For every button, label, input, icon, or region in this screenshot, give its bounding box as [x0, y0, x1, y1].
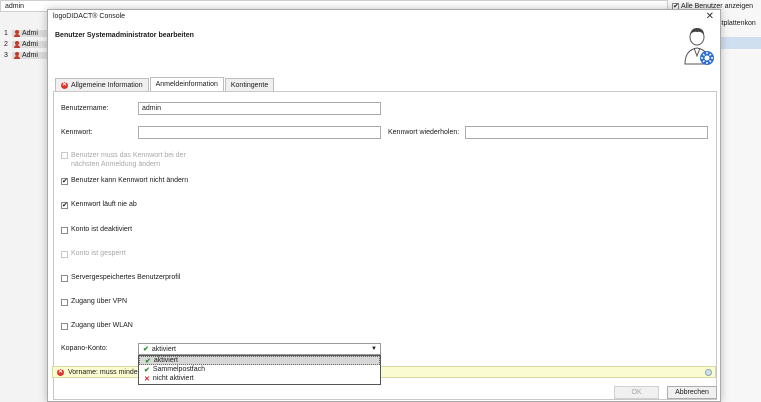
tab-general-info[interactable]: ✕ Allgemeine Information [55, 78, 149, 91]
check-icon: ✔ [144, 366, 150, 374]
error-icon: ✕ [61, 81, 68, 89]
user-settings-icon [684, 28, 714, 65]
option-label-line2: nächsten Anmeldung ändern [71, 161, 161, 168]
row-name: Admi [22, 30, 38, 37]
password-label: Kennwort: [61, 129, 93, 136]
option-account-locked: Konto ist gesperrt [61, 250, 126, 258]
option-label: nicht aktiviert [152, 375, 194, 382]
ok-button[interactable]: OK [614, 386, 659, 399]
kopano-dropdown-list: ✔ aktiviert ✔ Sammelpostfach ✕ nicht akt… [138, 355, 381, 385]
checkbox [61, 251, 68, 258]
tab-label: Allgemeine Information [71, 81, 143, 89]
option-account-disabled[interactable]: Konto ist deaktiviert [61, 226, 132, 234]
user-icon [14, 41, 20, 48]
password-repeat-label: Kennwort wiederholen: [388, 129, 460, 136]
cross-icon: ✕ [144, 375, 150, 383]
option-label: Zugang über VPN [71, 298, 128, 305]
check-icon: ✔ [143, 346, 149, 353]
selected-row-highlight [718, 37, 761, 49]
checkbox[interactable] [61, 201, 68, 209]
error-icon: ✕ [57, 368, 64, 376]
tab-label: Kontingente [230, 81, 269, 89]
kopano-label: Kopano-Konto: [61, 345, 108, 352]
option-label: Sammelpostfach [152, 366, 206, 373]
dropdown-option-activated[interactable]: ✔ aktiviert [139, 356, 380, 365]
tab-bar: ✕ Allgemeine Information Anmeldeinformat… [55, 77, 275, 92]
checkbox[interactable] [61, 152, 68, 159]
kopano-selected-value: aktiviert [151, 345, 176, 353]
row-number: 1 [4, 30, 8, 37]
option-vpn-access[interactable]: Zugang über VPN [61, 298, 127, 306]
close-icon[interactable]: ✕ [706, 11, 714, 22]
username-field[interactable]: admin [138, 102, 381, 115]
cancel-button[interactable]: Abbrechen [667, 386, 717, 399]
dialog-header-title: Benutzer Systemadministrator bearbeiten [55, 32, 194, 39]
option-roaming-profile[interactable]: Servergespeichertes Benutzerprofil [61, 274, 180, 282]
checkbox[interactable] [61, 227, 68, 234]
dropdown-option-shared-mailbox[interactable]: ✔ Sammelpostfach [139, 365, 380, 374]
user-icon [14, 30, 20, 37]
kopano-select[interactable]: ✔ aktiviert ▼ [138, 343, 381, 355]
checkbox[interactable] [61, 299, 68, 306]
user-list: 1 Admi 2 Admi 3 Admi [4, 28, 48, 61]
option-must-change-password[interactable]: Benutzer muss das Kennwort bei der nächst… [61, 151, 186, 169]
window-title: logoDIDACT® Console [53, 13, 126, 20]
checkbox[interactable] [61, 275, 68, 282]
error-message: Vorname: muss mindes [68, 368, 142, 376]
info-icon [705, 369, 712, 376]
option-label: Konto ist deaktiviert [71, 226, 133, 233]
tab-login-info[interactable]: Anmeldeinformation [149, 77, 224, 91]
checkbox[interactable] [61, 323, 68, 330]
option-label: aktiviert [153, 357, 178, 364]
password-field[interactable] [138, 126, 381, 139]
row-name: Admi [22, 41, 38, 48]
checkbox[interactable] [61, 177, 68, 185]
option-label: Benutzer kann Kennwort nicht ändern [71, 177, 189, 184]
list-item[interactable]: 3 Admi [4, 50, 48, 61]
titlebar: logoDIDACT® Console ✕ [48, 10, 720, 24]
password-repeat-field[interactable] [465, 126, 708, 139]
row-name: Admi [22, 52, 38, 59]
list-item[interactable]: 1 Admi [4, 28, 48, 39]
column-header: stplattenkon [718, 20, 756, 27]
tab-label: Anmeldeinformation [155, 81, 218, 88]
option-cannot-change-password[interactable]: Benutzer kann Kennwort nicht ändern [61, 177, 188, 185]
chevron-down-icon[interactable]: ▼ [371, 346, 377, 352]
user-icon [14, 52, 20, 59]
tab-quotas[interactable]: Kontingente [224, 78, 275, 91]
check-icon: ✔ [145, 357, 151, 365]
option-label-line1: Benutzer muss das Kennwort bei der [71, 152, 186, 159]
option-label: Kennwort läuft nie ab [71, 201, 137, 208]
option-label: Zugang über WLAN [71, 322, 133, 329]
option-password-never-expires[interactable]: Kennwort läuft nie ab [61, 201, 137, 209]
list-item[interactable]: 2 Admi [4, 39, 48, 50]
row-number: 3 [4, 52, 8, 59]
dropdown-option-not-activated[interactable]: ✕ nicht aktiviert [139, 374, 380, 383]
option-label: Servergespeichertes Benutzerprofil [71, 274, 181, 281]
option-wlan-access[interactable]: Zugang über WLAN [61, 322, 133, 330]
option-label: Konto ist gesperrt [71, 250, 126, 257]
username-label: Benutzername: [61, 105, 109, 112]
row-number: 2 [4, 41, 8, 48]
